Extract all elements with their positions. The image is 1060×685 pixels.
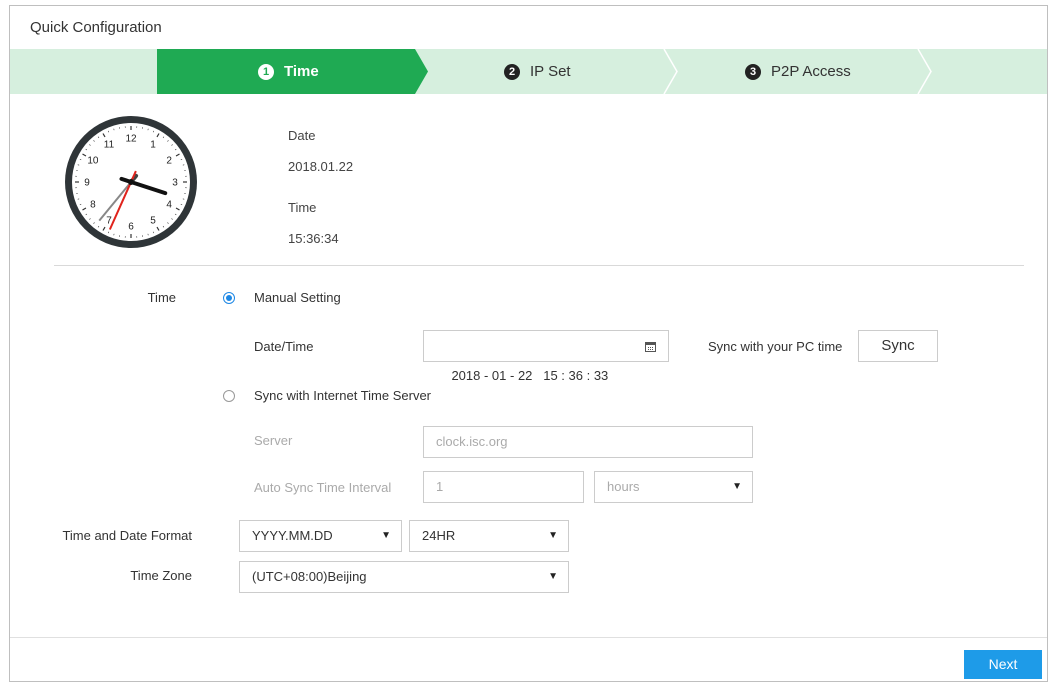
format-label: Time and Date Format bbox=[62, 528, 192, 543]
dialog-title: Quick Configuration bbox=[30, 19, 162, 36]
ntp-sync-radio[interactable] bbox=[223, 390, 235, 402]
datetime-input[interactable]: 2018 - 01 - 22 15 : 36 : 33 bbox=[423, 330, 669, 383]
interval-unit-select[interactable]: hours ▼ bbox=[594, 471, 753, 503]
sync-pc-label: Sync with your PC time bbox=[708, 339, 843, 354]
step-time[interactable]: 1 Time bbox=[258, 49, 319, 94]
current-time-value: 15:36:34 bbox=[288, 231, 339, 246]
current-date-label: Date bbox=[288, 128, 316, 143]
clock-number: 11 bbox=[104, 139, 115, 150]
step-number: 3 bbox=[745, 64, 761, 80]
section-divider bbox=[54, 265, 1024, 266]
step-number: 2 bbox=[504, 64, 520, 80]
clock-number: 8 bbox=[90, 200, 96, 211]
step-label: Time bbox=[284, 63, 319, 80]
dropdown-arrow-icon: ▼ bbox=[732, 481, 742, 492]
clock-number: 10 bbox=[87, 156, 99, 167]
clock-number: 12 bbox=[125, 134, 137, 145]
manual-setting-label: Manual Setting bbox=[254, 290, 341, 305]
server-input[interactable]: clock.isc.org bbox=[423, 426, 753, 458]
time-mode-label: Time bbox=[147, 290, 176, 305]
clock-number: 6 bbox=[128, 222, 134, 233]
step-progress-bar: 1 Time 2 IP Set 3 P2P Access bbox=[10, 49, 1047, 94]
clock-number: 9 bbox=[84, 178, 90, 189]
dropdown-arrow-icon: ▼ bbox=[548, 571, 558, 582]
timezone-value: (UTC+08:00)Beijing bbox=[252, 569, 367, 584]
quick-config-dialog: Quick Configuration 1 Time 2 IP Set 3 P2P A… bbox=[9, 5, 1048, 682]
clock-number: 5 bbox=[150, 216, 156, 227]
date-format-value: YYYY.MM.DD bbox=[252, 528, 333, 543]
footer-divider bbox=[10, 637, 1047, 638]
step-number: 1 bbox=[258, 64, 274, 80]
datetime-label: Date/Time bbox=[254, 339, 314, 354]
timezone-label: Time Zone bbox=[130, 568, 192, 583]
interval-unit-value: hours bbox=[607, 479, 640, 494]
dropdown-arrow-icon: ▼ bbox=[381, 530, 391, 541]
current-time-label: Time bbox=[288, 200, 317, 215]
datetime-value: 2018 - 01 - 22 15 : 36 : 33 bbox=[451, 368, 609, 383]
time-format-select[interactable]: 24HR ▼ bbox=[409, 520, 569, 552]
step-p2p-access[interactable]: 3 P2P Access bbox=[745, 49, 851, 94]
clock-number: 4 bbox=[166, 200, 172, 211]
step-ip-set[interactable]: 2 IP Set bbox=[504, 49, 571, 94]
manual-setting-radio[interactable] bbox=[223, 292, 235, 304]
time-format-value: 24HR bbox=[422, 528, 456, 543]
analog-clock-icon: 121234567891011 bbox=[65, 116, 197, 248]
next-button[interactable]: Next bbox=[964, 650, 1042, 679]
clock-number: 3 bbox=[172, 178, 178, 189]
timezone-select[interactable]: (UTC+08:00)Beijing ▼ bbox=[239, 561, 569, 593]
server-label: Server bbox=[254, 433, 293, 448]
clock-number: 2 bbox=[166, 156, 172, 167]
calendar-icon[interactable] bbox=[645, 342, 656, 352]
sync-interval-label: Auto Sync Time Interval bbox=[254, 480, 392, 495]
sync-interval-input[interactable]: 1 bbox=[423, 471, 584, 503]
sync-button[interactable]: Sync bbox=[858, 330, 938, 362]
ntp-sync-label: Sync with Internet Time Server bbox=[254, 388, 432, 403]
current-date-value: 2018.01.22 bbox=[288, 159, 354, 174]
clock-number: 1 bbox=[150, 139, 156, 150]
dropdown-arrow-icon: ▼ bbox=[548, 530, 558, 541]
step-label: P2P Access bbox=[771, 63, 851, 80]
step-label: IP Set bbox=[530, 63, 571, 80]
date-format-select[interactable]: YYYY.MM.DD ▼ bbox=[239, 520, 402, 552]
